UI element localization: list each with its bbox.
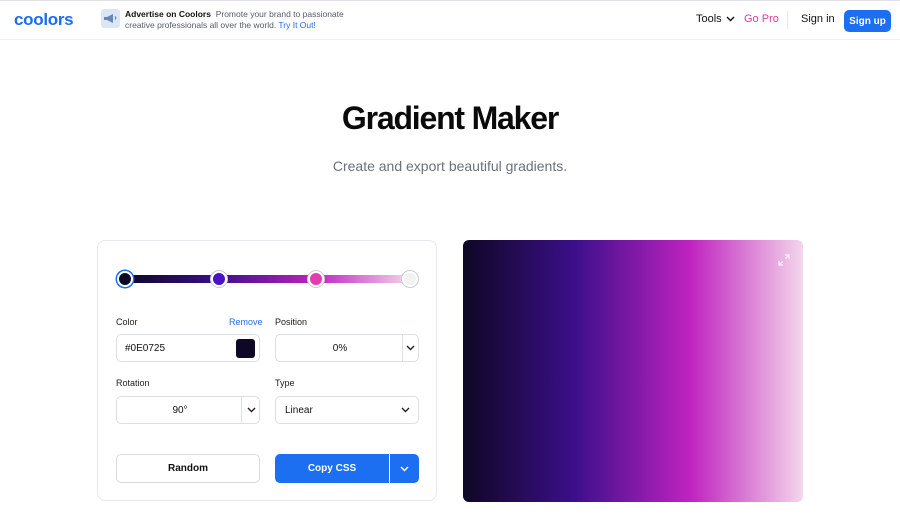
copy-css-button[interactable]: Copy CSS <box>275 454 389 483</box>
top-navigation: coolors Advertise on Coolors Promote you… <box>0 1 900 40</box>
color-label: Color <box>116 317 138 327</box>
chevron-down-icon <box>400 465 409 472</box>
coolors-logo[interactable]: coolors <box>14 10 74 30</box>
chevron-down-icon <box>401 407 410 413</box>
chevron-down-icon <box>726 16 735 22</box>
sign-in-link[interactable]: Sign in <box>801 13 835 25</box>
color-input[interactable]: #0E0725 <box>116 334 260 362</box>
chevron-down-icon[interactable] <box>247 407 256 413</box>
sign-up-button[interactable]: Sign up <box>844 10 891 32</box>
field-divider <box>241 397 242 423</box>
gradient-stops-track[interactable] <box>125 275 410 283</box>
rotation-value: 90° <box>172 405 188 416</box>
type-label: Type <box>275 378 295 388</box>
position-input[interactable]: 0% <box>275 334 419 362</box>
color-stop[interactable] <box>402 271 418 287</box>
megaphone-icon <box>101 9 120 28</box>
page-subtitle: Create and export beautiful gradients. <box>332 158 568 174</box>
color-value: #0E0725 <box>125 343 166 354</box>
position-label: Position <box>275 317 308 327</box>
field-divider <box>402 335 403 361</box>
type-select[interactable]: Linear <box>275 396 419 424</box>
tools-menu[interactable]: Tools <box>696 13 735 25</box>
type-value: Linear <box>285 405 313 416</box>
go-pro-link[interactable]: Go Pro <box>744 13 779 25</box>
rotation-input[interactable]: 90° <box>116 396 260 424</box>
copy-options-button[interactable] <box>390 454 419 483</box>
ad-try-link[interactable]: Try It Out! <box>278 20 315 30</box>
rotation-label: Rotation <box>116 378 150 388</box>
expand-icon[interactable] <box>778 254 790 266</box>
page-title: Gradient Maker <box>341 100 559 136</box>
chevron-down-icon[interactable] <box>406 345 415 351</box>
advertise-banner: Advertise on Coolors Promote your brand … <box>125 9 365 31</box>
gradient-preview <box>463 240 803 502</box>
remove-stop-link[interactable]: Remove <box>229 317 263 327</box>
color-stop[interactable] <box>211 271 228 287</box>
nav-divider <box>787 11 788 29</box>
tools-label: Tools <box>696 13 722 25</box>
color-stop[interactable] <box>307 271 324 287</box>
position-value: 0% <box>332 343 348 354</box>
color-swatch[interactable] <box>236 339 255 358</box>
ad-title: Advertise on Coolors <box>125 9 211 19</box>
random-button[interactable]: Random <box>116 454 260 483</box>
color-stop[interactable] <box>117 271 133 287</box>
